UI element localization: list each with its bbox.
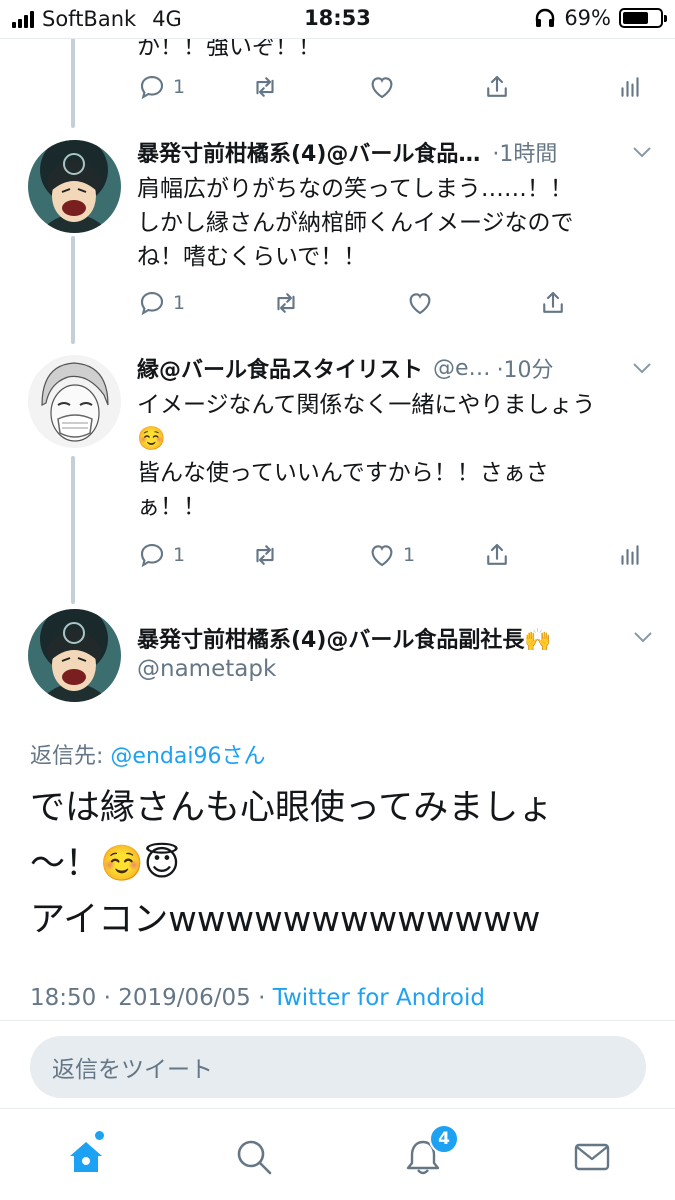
share-button[interactable] xyxy=(482,540,512,570)
like-button[interactable] xyxy=(367,72,397,102)
analytics-button[interactable] xyxy=(615,540,645,570)
reply-count: 1 xyxy=(173,544,186,566)
like-button[interactable]: 1 xyxy=(367,540,415,570)
tab-messages[interactable] xyxy=(570,1135,614,1179)
reply-input[interactable]: 返信をツイート xyxy=(30,1036,646,1098)
chevron-down-icon[interactable] xyxy=(631,357,653,379)
share-button[interactable] xyxy=(482,72,512,102)
like-button[interactable] xyxy=(405,288,435,318)
home-icon xyxy=(70,1142,102,1172)
avatar[interactable] xyxy=(28,355,121,448)
notifications-badge: 4 xyxy=(429,1124,459,1154)
heart-icon xyxy=(371,77,393,99)
display-name[interactable]: 暴発寸前柑橘系(4)@バール食品… xyxy=(137,136,480,168)
battery-fill xyxy=(623,12,648,24)
username[interactable]: @e… xyxy=(433,356,491,381)
tweet-timestamp: 18:50 · 2019/06/05 · xyxy=(30,985,273,1011)
tweet-header: 縁@バール食品スタイリスト @e… ·10分 xyxy=(137,352,653,384)
tweet-source-link[interactable]: Twitter for Android xyxy=(273,985,485,1011)
main-avatar[interactable] xyxy=(28,609,121,702)
tweet-header: 暴発寸前柑橘系(4)@バール食品… ·1時間 xyxy=(137,136,653,168)
tweet-body: 縁@バール食品スタイリスト @e… ·10分 イメージなんて関係なく一緒にやりま… xyxy=(137,352,653,524)
status-divider xyxy=(0,38,675,39)
avatar-image xyxy=(28,140,121,233)
reply-count: 1 xyxy=(173,76,186,98)
main-tweet-text: では縁さんも心眼使ってみましょ ～！☺️😇 アイコンwwwwwwwwwwwww xyxy=(30,788,554,940)
retweet-icon xyxy=(277,293,295,313)
tweet-actions: 1 xyxy=(137,70,653,104)
reply-button[interactable]: 1 xyxy=(137,72,185,102)
reply-to-line: 返信先: @endai96さん xyxy=(30,738,265,770)
tweet-actions: 1 1 xyxy=(137,538,653,572)
main-display-name[interactable]: 暴発寸前柑橘系(4)@バール食品副社長🙌 xyxy=(137,622,552,654)
tweet-text: 肩幅広がりがちなの笑ってしまう……！！ しかし縁さんが納棺師くんイメージなので … xyxy=(137,176,574,270)
share-button[interactable] xyxy=(538,288,568,318)
status-right: 69% xyxy=(534,6,667,30)
messages-icon xyxy=(574,1143,610,1171)
status-bar: SoftBank 4G 18:53 69% xyxy=(0,0,675,38)
like-count: 1 xyxy=(403,544,416,566)
reply-placeholder: 返信をツイート xyxy=(52,1057,213,1083)
battery-percent: 69% xyxy=(564,6,611,30)
heart-icon xyxy=(409,293,431,315)
display-name[interactable]: 縁@バール食品スタイリスト xyxy=(137,352,423,384)
reply-button[interactable]: 1 xyxy=(137,540,185,570)
reply-to-user-link[interactable]: @endai96さん xyxy=(110,744,265,769)
tweet-time[interactable]: ·1時間 xyxy=(492,136,557,168)
thread-line xyxy=(71,38,75,128)
main-username[interactable]: @nametapk xyxy=(137,656,276,682)
reply-icon xyxy=(140,75,164,100)
retweet-icon xyxy=(256,545,274,565)
reply-to-label: 返信先: xyxy=(30,744,111,769)
chevron-down-icon[interactable] xyxy=(633,628,653,647)
heart-icon xyxy=(371,545,393,567)
retweet-icon xyxy=(256,77,274,97)
reply-icon xyxy=(140,543,164,568)
headphones-icon xyxy=(536,8,555,27)
analytics-button[interactable] xyxy=(615,72,645,102)
retweet-button[interactable] xyxy=(250,72,280,102)
share-icon xyxy=(543,291,563,313)
divider xyxy=(0,1020,675,1021)
tweet-time[interactable]: ·10分 xyxy=(497,352,554,384)
home-new-indicator xyxy=(95,1131,104,1140)
tweet-meta: 18:50 · 2019/06/05 · Twitter for Android xyxy=(30,985,485,1011)
battery-icon xyxy=(619,8,667,28)
bottom-tab-bar xyxy=(0,1108,675,1200)
retweet-button[interactable] xyxy=(250,540,280,570)
thread-line xyxy=(71,456,75,604)
search-icon xyxy=(237,1140,272,1175)
reply-button[interactable]: 1 xyxy=(137,288,185,318)
tweet-body: 暴発寸前柑橘系(4)@バール食品… ·1時間 肩幅広がりがちなの笑ってしまう……… xyxy=(137,136,653,274)
share-icon xyxy=(487,75,507,97)
tweet-actions: 1 xyxy=(137,286,653,320)
retweet-button[interactable] xyxy=(271,288,301,318)
analytics-icon xyxy=(621,545,639,565)
avatar-image xyxy=(28,355,121,448)
tab-home[interactable] xyxy=(64,1135,108,1179)
tweet-text: イメージなんて関係なく一緒にやりましょう ☺️ 皆んな使っていいんですから！！さ… xyxy=(137,392,596,520)
avatar-image xyxy=(28,609,121,702)
reply-icon xyxy=(140,291,164,316)
analytics-icon xyxy=(621,77,639,97)
share-icon xyxy=(487,543,507,565)
avatar[interactable] xyxy=(28,140,121,233)
reply-count: 1 xyxy=(173,292,186,314)
tab-search[interactable] xyxy=(232,1135,276,1179)
chevron-down-icon[interactable] xyxy=(631,141,653,163)
thread-line xyxy=(71,236,75,344)
